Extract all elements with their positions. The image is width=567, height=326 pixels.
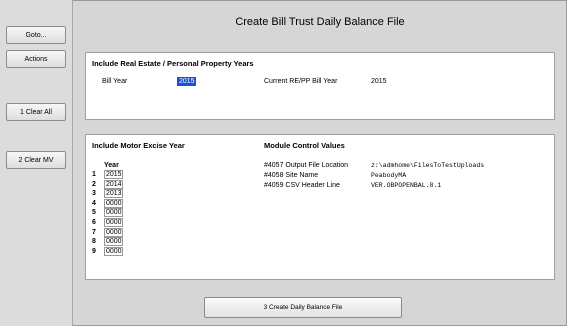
bill-year-label: Bill Year: [102, 78, 128, 85]
control-value-4058: PeabodyMA: [371, 172, 407, 179]
mv-row-number: 5: [92, 209, 96, 217]
control-label-4059: #4059 CSV Header Line: [264, 182, 340, 189]
control-value-4059: VER.OBPOPENBAL.8.1: [371, 182, 442, 189]
mv-year-field[interactable]: 0000: [104, 237, 123, 247]
create-daily-balance-file-button[interactable]: 3 Create Daily Balance File: [204, 297, 402, 318]
control-label-4057: #4057 Output File Location: [264, 162, 349, 169]
motor-excise-heading: Include Motor Excise Year: [92, 141, 185, 150]
motor-excise-panel: Include Motor Excise Year Module Control…: [85, 134, 555, 280]
real-estate-panel: Include Real Estate / Personal Property …: [85, 52, 555, 120]
current-bill-year-label: Current RE/PP Bill Year: [264, 78, 338, 85]
mv-row-number: 8: [92, 238, 96, 246]
mv-row-number: 4: [92, 199, 96, 207]
mv-year-field[interactable]: 2015: [104, 170, 123, 179]
clear-all-button[interactable]: 1 Clear All: [6, 103, 66, 121]
clear-mv-button[interactable]: 2 Clear MV: [6, 151, 66, 169]
mv-row-number: 6: [92, 219, 96, 226]
control-value-4057: z:\admhome\FilesToTestUploads: [371, 162, 485, 169]
mv-year-field[interactable]: 0000: [104, 208, 123, 218]
actions-button[interactable]: Actions: [6, 50, 66, 68]
mv-year-field[interactable]: 2013: [104, 189, 123, 199]
goto-button[interactable]: Goto...: [6, 26, 66, 44]
control-label-4058: #4058 Site Name: [264, 172, 319, 179]
mv-row-number: 3: [92, 190, 96, 198]
bill-year-field[interactable]: 2015: [177, 77, 196, 86]
mv-year-field[interactable]: 0000: [104, 198, 123, 208]
real-estate-heading: Include Real Estate / Personal Property …: [92, 59, 254, 68]
mv-row-number: 9: [92, 247, 96, 255]
year-column-header: Year: [104, 162, 119, 169]
page-title: Create Bill Trust Daily Balance File: [235, 16, 405, 28]
control-values-heading: Module Control Values: [264, 141, 345, 150]
current-bill-year-value: 2015: [371, 78, 387, 85]
mv-year-field[interactable]: 0000: [104, 246, 123, 256]
mv-year-field[interactable]: 0000: [104, 227, 123, 237]
mv-row-number: 2: [92, 180, 96, 188]
mv-year-field[interactable]: 0000: [104, 218, 123, 227]
sidebar: Goto... Actions 1 Clear All 2 Clear MV: [0, 0, 73, 326]
mv-year-field[interactable]: 2014: [104, 179, 123, 189]
mv-row-number: 1: [92, 171, 96, 178]
mv-row-number: 7: [92, 228, 96, 236]
